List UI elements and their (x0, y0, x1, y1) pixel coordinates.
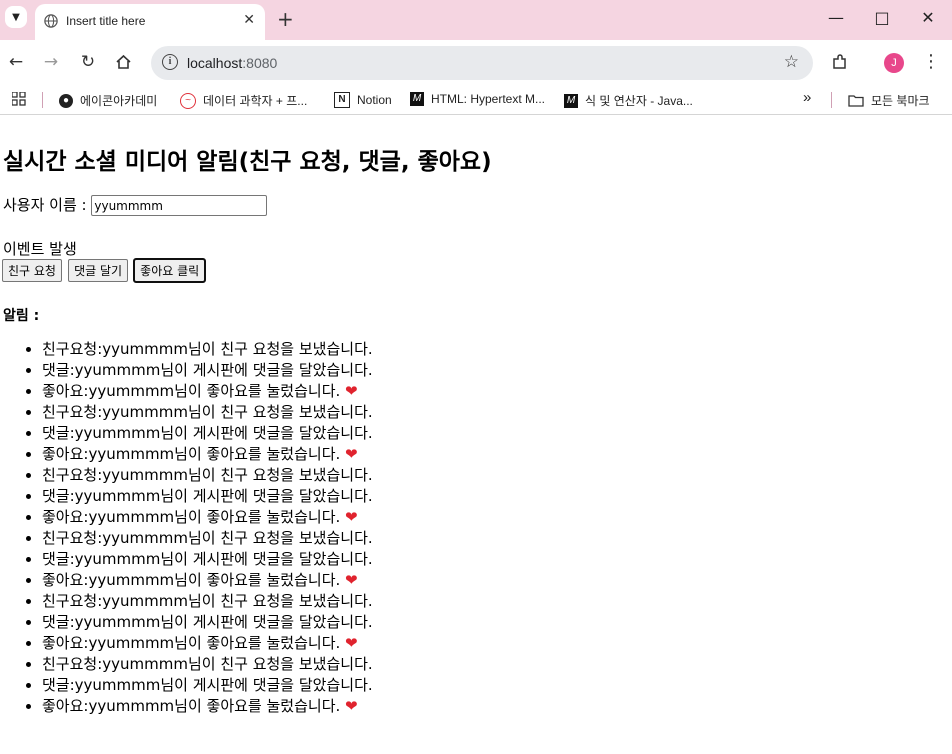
active-tab[interactable]: Insert title here ✕ (35, 4, 265, 40)
notification-item: 좋아요:yyummmm님이 좋아요를 눌렀습니다. ❤ (42, 633, 373, 654)
notification-text: 친구요청:yyummmm님이 친구 요청을 보냈습니다. (42, 403, 373, 421)
notification-item: 댓글:yyummmm님이 게시판에 댓글을 달았습니다. (42, 675, 373, 696)
notification-list: 친구요청:yyummmm님이 친구 요청을 보냈습니다. 댓글:yyummmm님이… (0, 339, 373, 717)
notification-text: 친구요청:yyummmm님이 친구 요청을 보냈습니다. (42, 655, 373, 673)
notification-text: 친구요청:yyummmm님이 친구 요청을 보냈습니다. (42, 466, 373, 484)
maximize-icon[interactable]: □ (872, 8, 892, 27)
heart-icon: ❤ (345, 634, 358, 652)
heart-icon: ❤ (345, 697, 358, 715)
close-window-icon[interactable]: ✕ (918, 8, 938, 27)
notification-item: 댓글:yyummmm님이 게시판에 댓글을 달았습니다. (42, 360, 373, 381)
bookmark-mdn-operators[interactable]: M 식 및 연산자 - Java... (564, 92, 693, 109)
notification-text: 댓글:yyummmm님이 게시판에 댓글을 달았습니다. (42, 487, 373, 505)
bookmarks-overflow-button[interactable]: » (803, 89, 811, 106)
notification-text: 좋아요:yyummmm님이 좋아요를 눌렀습니다. (42, 571, 346, 589)
notification-item: 친구요청:yyummmm님이 친구 요청을 보냈습니다. (42, 528, 373, 549)
notification-item: 댓글:yyummmm님이 게시판에 댓글을 달았습니다. (42, 549, 373, 570)
notification-item: 좋아요:yyummmm님이 좋아요를 눌렀습니다. ❤ (42, 696, 373, 717)
tab-search-button[interactable]: ▼ (5, 6, 27, 28)
bookmark-star-icon[interactable]: ☆ (784, 52, 799, 72)
bookmark-data-scientist[interactable]: ~ 데이터 과학자 + 프... (180, 92, 307, 109)
notification-text: 좋아요:yyummmm님이 좋아요를 눌렀습니다. (42, 508, 346, 526)
bookmarks-bar: ● 에이콘아카데미 ~ 데이터 과학자 + 프... N Notion M HT… (0, 86, 952, 115)
notification-text: 좋아요:yyummmm님이 좋아요를 눌렀습니다. (42, 382, 346, 400)
alerts-label: 알림 : (3, 308, 40, 324)
bookmarks-divider (831, 92, 832, 108)
notification-item: 친구요청:yyummmm님이 친구 요청을 보냈습니다. (42, 339, 373, 360)
notification-text: 좋아요:yyummmm님이 좋아요를 눌렀습니다. (42, 634, 346, 652)
more-menu-icon[interactable]: ⋮ (922, 51, 940, 72)
notification-text: 댓글:yyummmm님이 게시판에 댓글을 달았습니다. (42, 550, 373, 568)
home-icon[interactable] (115, 54, 132, 70)
notification-item: 댓글:yyummmm님이 게시판에 댓글을 달았습니다. (42, 423, 373, 444)
tab-title: Insert title here (66, 14, 146, 28)
notification-item: 댓글:yyummmm님이 게시판에 댓글을 달았습니다. (42, 612, 373, 633)
chevron-down-icon: ▼ (12, 11, 20, 23)
back-icon[interactable]: ← (6, 52, 26, 72)
notification-text: 댓글:yyummmm님이 게시판에 댓글을 달았습니다. (42, 424, 373, 442)
extensions-icon[interactable] (831, 53, 849, 71)
notification-item: 좋아요:yyummmm님이 좋아요를 눌렀습니다. ❤ (42, 570, 373, 591)
bookmark-notion[interactable]: N Notion (334, 92, 392, 108)
mdn-icon: M (564, 93, 578, 108)
notification-item: 친구요청:yyummmm님이 친구 요청을 보냈습니다. (42, 591, 373, 612)
new-tab-icon[interactable]: + (277, 7, 294, 31)
mdn-icon: M (410, 92, 424, 106)
bookmark-acorn[interactable]: ● 에이콘아카데미 (59, 92, 157, 109)
username-input[interactable] (91, 195, 268, 216)
notification-text: 댓글:yyummmm님이 게시판에 댓글을 달았습니다. (42, 613, 373, 631)
notification-item: 좋아요:yyummmm님이 좋아요를 눌렀습니다. ❤ (42, 507, 373, 528)
tab-strip: ▼ Insert title here ✕ + — □ ✕ (0, 0, 952, 40)
url-text[interactable]: localhost:8080 (187, 55, 277, 71)
comment-button[interactable]: 댓글 달기 (68, 259, 129, 282)
apps-icon[interactable] (12, 92, 26, 106)
browser-toolbar: ← → ↻ i localhost:8080 ☆ J ⋮ (0, 40, 952, 86)
site-info-icon[interactable]: i (162, 54, 178, 70)
reload-icon[interactable]: ↻ (78, 52, 98, 72)
notification-text: 친구요청:yyummmm님이 친구 요청을 보냈습니다. (42, 592, 373, 610)
notification-item: 친구요청:yyummmm님이 친구 요청을 보냈습니다. (42, 654, 373, 675)
notification-item: 친구요청:yyummmm님이 친구 요청을 보냈습니다. (42, 465, 373, 486)
address-bar[interactable]: i localhost:8080 ☆ (151, 46, 813, 80)
notification-item: 좋아요:yyummmm님이 좋아요를 눌렀습니다. ❤ (42, 444, 373, 465)
heart-icon: ❤ (345, 445, 358, 463)
forward-icon[interactable]: → (41, 52, 61, 72)
notification-text: 댓글:yyummmm님이 게시판에 댓글을 달았습니다. (42, 361, 373, 379)
notion-icon: N (334, 92, 350, 108)
site-favicon-icon: ~ (180, 92, 196, 109)
notification-item: 좋아요:yyummmm님이 좋아요를 눌렀습니다. ❤ (42, 381, 373, 402)
notification-text: 좋아요:yyummmm님이 좋아요를 눌렀습니다. (42, 445, 346, 463)
friend-request-button[interactable]: 친구 요청 (2, 259, 62, 282)
heart-icon: ❤ (345, 508, 358, 526)
bookmarks-divider (42, 92, 43, 108)
notification-item: 댓글:yyummmm님이 게시판에 댓글을 달았습니다. (42, 486, 373, 507)
notification-text: 댓글:yyummmm님이 게시판에 댓글을 달았습니다. (42, 676, 373, 694)
username-label: 사용자 이름 : (3, 196, 92, 214)
folder-icon (848, 95, 864, 107)
notification-text: 친구요청:yyummmm님이 친구 요청을 보냈습니다. (42, 529, 373, 547)
globe-icon: ● (59, 93, 73, 108)
username-row: 사용자 이름 : (3, 194, 268, 216)
notification-text: 친구요청:yyummmm님이 친구 요청을 보냈습니다. (42, 340, 373, 358)
globe-icon (44, 14, 58, 28)
profile-avatar[interactable]: J (884, 53, 904, 73)
heart-icon: ❤ (345, 571, 358, 589)
page-title: 실시간 소셜 미디어 알림(친구 요청, 댓글, 좋아요) (3, 149, 492, 175)
event-buttons: 친구 요청 댓글 달기 좋아요 클릭 (2, 258, 207, 283)
heart-icon: ❤ (345, 382, 358, 400)
bookmark-mdn-html[interactable]: M HTML: Hypertext M... (410, 92, 545, 106)
notification-item: 친구요청:yyummmm님이 친구 요청을 보냈습니다. (42, 402, 373, 423)
all-bookmarks-folder[interactable]: 모든 북마크 (848, 92, 930, 109)
like-button[interactable]: 좋아요 클릭 (133, 258, 207, 283)
minimize-icon[interactable]: — (826, 8, 846, 27)
event-section-label: 이벤트 발생 (3, 240, 77, 258)
notification-text: 좋아요:yyummmm님이 좋아요를 눌렀습니다. (42, 697, 346, 715)
close-tab-icon[interactable]: ✕ (243, 12, 255, 28)
